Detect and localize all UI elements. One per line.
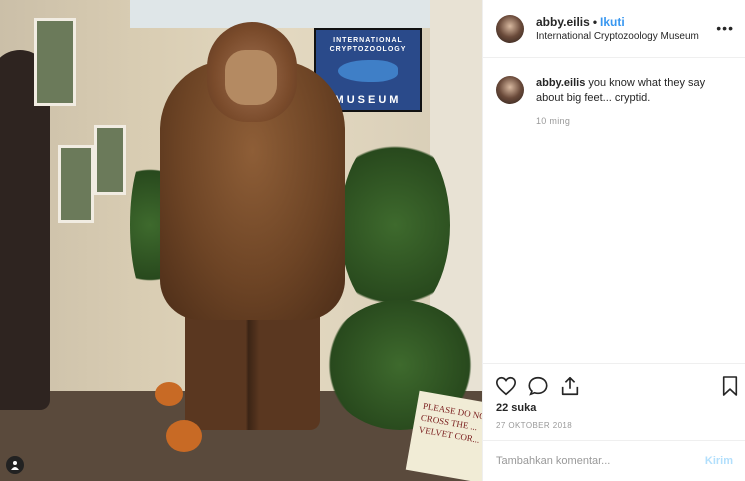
velvet-cord-sign: PLEASE DO NOT CROSS THE ... VELVET COR..… <box>405 390 482 481</box>
plant <box>340 130 450 320</box>
comment-body: abby.eilis you know what they say about b… <box>536 76 734 129</box>
wall-frame <box>34 18 76 106</box>
post-side-panel: abby.eilis • Ikuti International Cryptozoo… <box>482 0 745 481</box>
location-link[interactable]: International Cryptozoology Museum <box>536 30 699 44</box>
username-link[interactable]: abby.eilis <box>536 15 590 29</box>
add-comment-bar: Kirim <box>483 440 745 481</box>
bigfoot-face <box>225 50 277 105</box>
separator: • <box>592 14 598 29</box>
share-icon[interactable] <box>559 375 581 397</box>
poster-title: INTERNATIONAL CRYPTOZOOLOGY <box>329 37 407 53</box>
header-line: abby.eilis • Ikuti <box>536 14 699 30</box>
more-options-icon[interactable]: ••• <box>716 20 734 36</box>
caption-line: abby.eilis you know what they say about b… <box>536 76 734 106</box>
post-photo[interactable]: INTERNATIONAL CRYPTOZOOLOGY MUSEUM PLEAS… <box>0 0 482 481</box>
avatar[interactable] <box>496 14 524 43</box>
bookmark-icon[interactable] <box>721 375 739 397</box>
header-text: abby.eilis • Ikuti International Cryptozoo… <box>536 14 699 44</box>
comment-icon[interactable] <box>527 375 549 397</box>
caption-comment: abby.eilis you know what they say about b… <box>496 76 734 129</box>
pumpkin <box>155 382 183 406</box>
wall-frame <box>94 125 126 195</box>
pumpkin <box>166 420 202 452</box>
heart-icon[interactable] <box>495 375 517 397</box>
post-date: 27 OKTOBER 2018 <box>496 421 573 430</box>
action-bar <box>483 363 745 407</box>
likes-count[interactable]: 22 suka <box>496 402 536 414</box>
post-comment-button[interactable]: Kirim <box>705 455 733 467</box>
follow-button[interactable]: Ikuti <box>600 15 625 29</box>
avatar[interactable] <box>496 76 524 104</box>
wall-frame <box>58 145 94 223</box>
comment-input[interactable] <box>496 455 705 467</box>
coelacanth-image <box>338 60 398 82</box>
ceiling <box>130 0 450 28</box>
person-icon[interactable] <box>6 456 24 474</box>
caption-username[interactable]: abby.eilis <box>536 77 585 89</box>
post-header: abby.eilis • Ikuti International Cryptozoo… <box>483 0 745 58</box>
comment-time[interactable]: 10 ming <box>536 114 734 129</box>
